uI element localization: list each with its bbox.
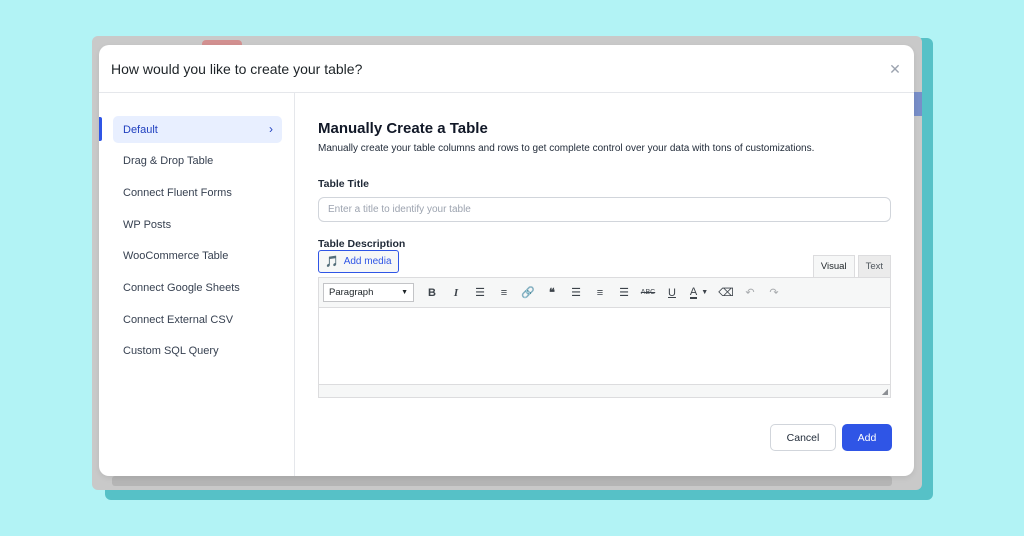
align-left-icon[interactable]: ☰ [564, 283, 588, 303]
sidebar-item-woocommerce-table[interactable]: WooCommerce Table [113, 243, 282, 270]
sidebar-item-label: WooCommerce Table [123, 250, 229, 263]
sidebar-item-label: Connect Fluent Forms [123, 186, 232, 199]
active-indicator [99, 117, 102, 141]
modal-actions: Cancel Add [770, 424, 892, 451]
align-right-icon[interactable]: ☰ [612, 283, 636, 303]
sidebar-item-label: Default [123, 123, 158, 136]
modal-body: Default › Drag & Drop Table Connect Flue… [99, 93, 914, 476]
tab-text[interactable]: Text [857, 255, 891, 277]
text-color-icon[interactable]: A ▼ [684, 283, 714, 303]
table-title-label: Table Title [318, 178, 369, 190]
caret-down-icon: ▼ [701, 289, 709, 296]
editor-toolbar: Paragraph ▼ B I ☰ ≡ 🔗 ❝ ☰ ≡ ☰ ABC U A ▼ ⌫ [319, 278, 890, 308]
sidebar-item-label: WP Posts [123, 218, 172, 231]
modal-header: How would you like to create your table?… [99, 45, 914, 93]
sidebar-item-label: Custom SQL Query [123, 345, 219, 358]
sidebar: Default › Drag & Drop Table Connect Flue… [99, 93, 295, 476]
media-icon: 🎵 [325, 256, 339, 268]
redo-icon[interactable]: ↷ [762, 283, 786, 303]
section-heading: Manually Create a Table [318, 120, 488, 137]
undo-icon[interactable]: ↶ [738, 283, 762, 303]
sidebar-item-connect-external-csv[interactable]: Connect External CSV [113, 306, 282, 333]
link-icon[interactable]: 🔗 [516, 283, 540, 303]
format-select[interactable]: Paragraph ▼ [323, 283, 414, 302]
italic-icon[interactable]: I [444, 283, 468, 303]
numbered-list-icon[interactable]: ≡ [492, 283, 516, 303]
cancel-button[interactable]: Cancel [770, 424, 836, 451]
bullet-list-icon[interactable]: ☰ [468, 283, 492, 303]
close-icon[interactable]: ✕ [888, 62, 902, 76]
format-select-value: Paragraph [329, 287, 374, 298]
sidebar-item-label: Drag & Drop Table [123, 155, 214, 168]
editor-top-bar: 🎵 Add media Visual Text [318, 250, 891, 277]
table-title-input[interactable] [318, 197, 891, 222]
resize-handle-icon[interactable]: ◢ [882, 388, 888, 396]
section-subtitle: Manually create your table columns and r… [318, 143, 815, 154]
sidebar-item-drag-drop-table[interactable]: Drag & Drop Table [113, 148, 282, 175]
clear-formatting-icon[interactable]: ⌫ [714, 283, 738, 303]
main-content: Manually Create a Table Manually create … [295, 93, 914, 476]
add-media-button[interactable]: 🎵 Add media [318, 250, 399, 273]
sidebar-item-connect-fluent-forms[interactable]: Connect Fluent Forms [113, 179, 282, 206]
sidebar-item-custom-sql-query[interactable]: Custom SQL Query [113, 338, 282, 365]
caret-down-icon: ▼ [401, 289, 408, 296]
sidebar-item-wp-posts[interactable]: WP Posts [113, 211, 282, 238]
sidebar-item-connect-google-sheets[interactable]: Connect Google Sheets [113, 274, 282, 301]
editor-content-area[interactable] [319, 308, 890, 384]
strikethrough-icon[interactable]: ABC [636, 283, 660, 303]
align-center-icon[interactable]: ≡ [588, 283, 612, 303]
add-button[interactable]: Add [842, 424, 892, 451]
modal-title: How would you like to create your table? [111, 60, 363, 77]
sidebar-item-label: Connect Google Sheets [123, 281, 240, 294]
sidebar-item-default[interactable]: Default › [113, 116, 282, 143]
create-table-modal: How would you like to create your table?… [99, 45, 914, 476]
editor-status-bar: ◢ [319, 384, 890, 397]
blockquote-icon[interactable]: ❝ [540, 283, 564, 303]
editor-tabs: Visual Text [812, 255, 891, 277]
table-description-label: Table Description [318, 238, 406, 250]
underline-icon[interactable]: U [660, 283, 684, 303]
tab-visual[interactable]: Visual [812, 255, 855, 277]
description-editor: Paragraph ▼ B I ☰ ≡ 🔗 ❝ ☰ ≡ ☰ ABC U A ▼ ⌫ [318, 277, 891, 398]
add-media-label: Add media [343, 256, 392, 267]
chevron-right-icon: › [269, 122, 273, 136]
sidebar-item-label: Connect External CSV [123, 313, 234, 326]
bold-icon[interactable]: B [420, 283, 444, 303]
